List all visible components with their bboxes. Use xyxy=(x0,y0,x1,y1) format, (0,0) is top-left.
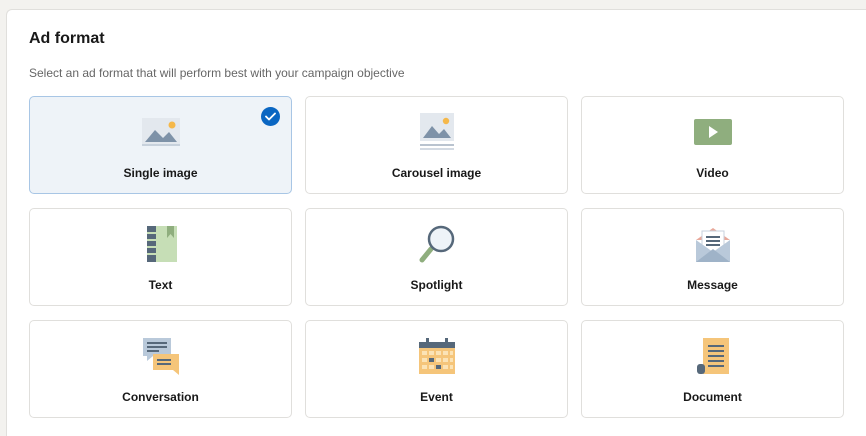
format-card-single-image[interactable]: Single image xyxy=(29,96,292,194)
video-icon xyxy=(692,111,734,153)
format-card-conversation[interactable]: Conversation xyxy=(29,320,292,418)
ad-format-grid: Single image Carousel image Video Text S… xyxy=(29,96,844,418)
magnifier-icon xyxy=(416,223,458,265)
format-card-label: Conversation xyxy=(122,390,199,404)
format-card-label: Message xyxy=(687,278,738,292)
format-card-label: Video xyxy=(696,166,729,180)
format-card-carousel-image[interactable]: Carousel image xyxy=(305,96,568,194)
envelope-icon xyxy=(692,223,734,265)
section-title: Ad format xyxy=(29,30,105,47)
format-card-message[interactable]: Message xyxy=(581,208,844,306)
calendar-icon xyxy=(416,335,458,377)
format-card-label: Text xyxy=(148,278,173,292)
format-card-spotlight[interactable]: Spotlight xyxy=(305,208,568,306)
image-icon xyxy=(140,111,182,153)
text-ad-icon xyxy=(140,223,182,265)
carousel-icon xyxy=(416,111,458,153)
ad-format-panel: Ad format Select an ad format that will … xyxy=(6,9,866,436)
document-icon xyxy=(692,335,734,377)
format-card-label: Document xyxy=(683,390,742,404)
format-card-label: Event xyxy=(420,390,453,404)
chat-bubbles-icon xyxy=(140,335,182,377)
format-card-label: Spotlight xyxy=(410,278,463,292)
format-card-label: Carousel image xyxy=(391,166,482,180)
format-card-label: Single image xyxy=(123,166,198,180)
checkmark-icon xyxy=(261,107,280,126)
section-subtitle: Select an ad format that will perform be… xyxy=(29,66,405,80)
format-card-video[interactable]: Video xyxy=(581,96,844,194)
format-card-event[interactable]: Event xyxy=(305,320,568,418)
format-card-text[interactable]: Text xyxy=(29,208,292,306)
format-card-document[interactable]: Document xyxy=(581,320,844,418)
